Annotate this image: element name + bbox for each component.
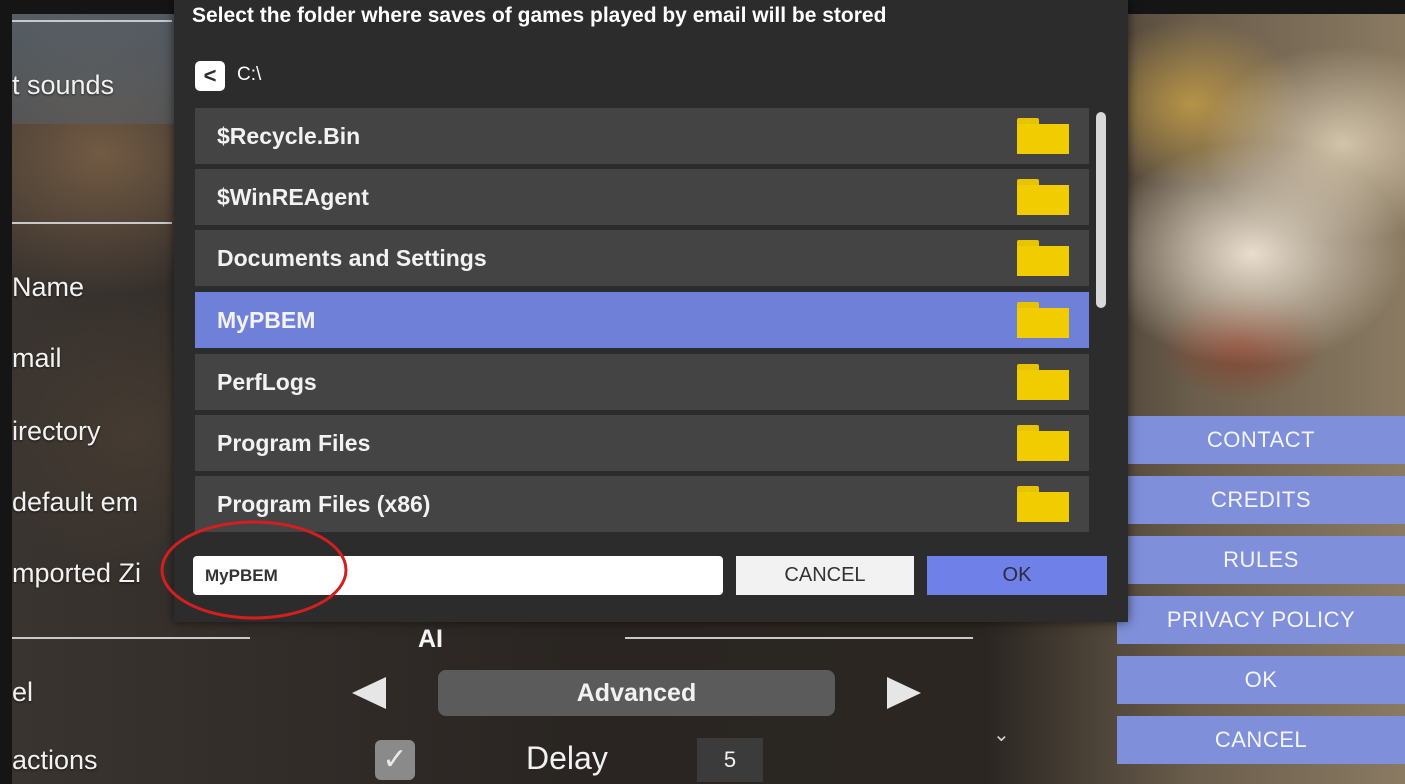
actions-checkbox[interactable]: ✓	[375, 740, 415, 780]
rules-button[interactable]: RULES	[1117, 536, 1405, 584]
ai-level-selector[interactable]: Advanced	[438, 670, 835, 716]
folder-icon	[1017, 302, 1069, 338]
delay-label: Delay	[526, 740, 608, 776]
next-level-arrow-icon[interactable]	[887, 677, 921, 709]
back-button[interactable]: <	[195, 61, 225, 91]
menu-ok-button[interactable]: OK	[1117, 656, 1405, 704]
chevron-left-icon: <	[203, 63, 217, 88]
list-item[interactable]: $Recycle.Bin	[195, 108, 1089, 164]
privacy-policy-button[interactable]: PRIVACY POLICY	[1117, 596, 1405, 644]
level-label: el	[12, 677, 34, 707]
list-item[interactable]: PerfLogs	[195, 354, 1089, 410]
default-email-label: default em	[12, 487, 139, 517]
check-icon: ✓	[382, 743, 408, 776]
ai-divider-left	[12, 637, 250, 639]
list-item[interactable]: $WinREAgent	[195, 169, 1089, 225]
sounds-label: t sounds	[12, 70, 115, 100]
folder-name: Program Files	[217, 430, 371, 456]
contact-button[interactable]: CONTACT	[1117, 416, 1405, 464]
email-label: mail	[12, 343, 62, 373]
menu-cancel-button[interactable]: CANCEL	[1117, 716, 1405, 764]
folder-icon	[1017, 364, 1069, 400]
scrollbar-thumb[interactable]	[1096, 112, 1106, 308]
ai-divider-right	[625, 637, 973, 639]
folder-name: Documents and Settings	[217, 245, 487, 271]
divider-top	[12, 20, 172, 22]
folder-icon	[1017, 425, 1069, 461]
current-path: C:\	[237, 64, 262, 85]
actions-label: actions	[12, 745, 98, 775]
divider	[12, 222, 172, 224]
folder-icon	[1017, 486, 1069, 522]
folder-icon	[1017, 118, 1069, 154]
previous-level-arrow-icon[interactable]	[352, 677, 386, 709]
painting-sky	[12, 14, 182, 124]
folder-name: $Recycle.Bin	[217, 123, 361, 149]
directory-label: irectory	[12, 416, 101, 446]
scrollbar[interactable]	[1096, 108, 1106, 528]
credits-button[interactable]: CREDITS	[1117, 476, 1405, 524]
list-item[interactable]: Program Files	[195, 415, 1089, 471]
folder-icon	[1017, 240, 1069, 276]
annotation-circle	[160, 520, 348, 620]
folder-name: MyPBEM	[217, 307, 316, 333]
folder-icon	[1017, 179, 1069, 215]
ai-section-label: AI	[418, 625, 443, 653]
ok-button[interactable]: OK	[927, 556, 1107, 595]
dialog-title: Select the folder where saves of games p…	[192, 4, 887, 27]
cancel-button[interactable]: CANCEL	[736, 556, 914, 595]
chevron-down-icon[interactable]: ⌄	[993, 722, 1010, 747]
name-label: Name	[12, 272, 85, 302]
folder-name: PerfLogs	[217, 369, 317, 395]
folder-name: $WinREAgent	[217, 184, 369, 210]
delay-value-field[interactable]: 5	[697, 738, 763, 782]
imported-label: mported Zi	[12, 558, 142, 588]
list-item[interactable]: Documents and Settings	[195, 230, 1089, 286]
list-item-selected[interactable]: MyPBEM	[195, 292, 1089, 348]
